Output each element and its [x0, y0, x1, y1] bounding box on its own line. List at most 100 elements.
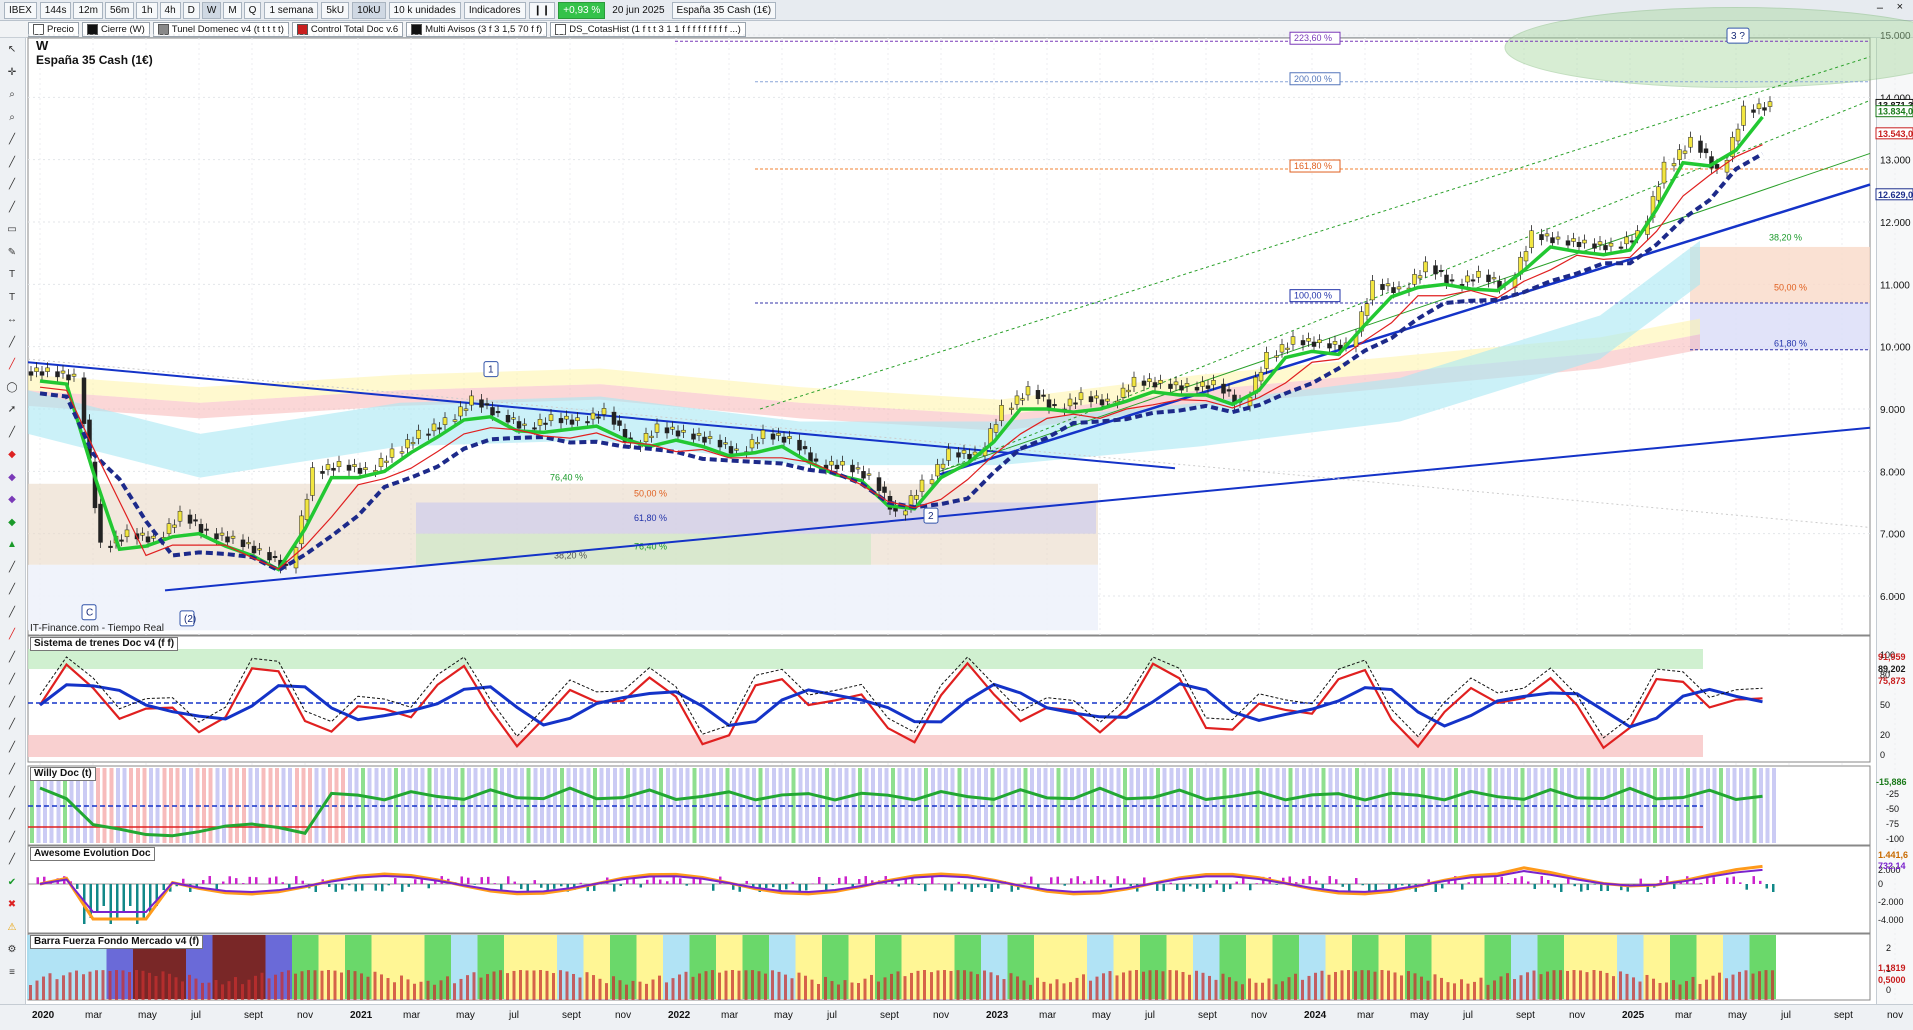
- green-shape-tool-icon[interactable]: ◆: [4, 515, 20, 531]
- settings-tool-icon[interactable]: ⚙: [4, 942, 20, 958]
- timeframe-button-12m[interactable]: 12m: [73, 2, 102, 19]
- timeframe-button-d[interactable]: D: [183, 2, 200, 19]
- channel-tool-icon[interactable]: ╱: [4, 200, 20, 216]
- crosshair-tool-icon[interactable]: ✛: [4, 65, 20, 81]
- pattern-tool-icon[interactable]: ╱: [4, 425, 20, 441]
- candle: [1418, 276, 1422, 278]
- indicator-chip[interactable]: DS_CotasHist (1 f t t 3 1 1 f f f f f f …: [550, 22, 746, 37]
- measure-tool-icon[interactable]: ↔: [4, 312, 20, 328]
- period-selector[interactable]: 1 semana: [264, 2, 318, 19]
- instrument-label: España 35 Cash (1€): [672, 2, 777, 19]
- candle: [46, 368, 50, 372]
- barra-strength-bar: [1387, 971, 1390, 1000]
- pitchfork-tool-icon[interactable]: ╱: [4, 605, 20, 621]
- rect-tool-icon[interactable]: ▭: [4, 222, 20, 238]
- awesome-histogram-bar: [1607, 884, 1610, 891]
- wave-tool-icon[interactable]: ╱: [4, 785, 20, 801]
- awesome-histogram-bar: [1123, 879, 1126, 884]
- fibo-tool-icon[interactable]: ╱: [4, 177, 20, 193]
- shape-a-tool-icon[interactable]: ╱: [4, 740, 20, 756]
- timeframe-button-4h[interactable]: 4h: [160, 2, 181, 19]
- awesome-histogram-bar: [1534, 884, 1537, 889]
- violet-shape-tool-icon[interactable]: ◆: [4, 492, 20, 508]
- color-palette-tool-icon[interactable]: ╱: [4, 132, 20, 148]
- units-selector[interactable]: 10 k unidades: [389, 2, 461, 19]
- retracement-zone-blue: [416, 503, 1096, 534]
- trend-tool-icon[interactable]: ╱: [4, 155, 20, 171]
- purple-shape-tool-icon[interactable]: ◆: [4, 470, 20, 486]
- channel-lower-line: [940, 153, 1870, 471]
- symbol-selector[interactable]: IBEX: [4, 2, 37, 19]
- checkmark-tool-icon[interactable]: ✔: [4, 875, 20, 891]
- panel-title-trenes[interactable]: Sistema de trenes Doc v4 (f f): [30, 637, 178, 651]
- ellipse-tool-icon[interactable]: ◯: [4, 380, 20, 396]
- willy-histogram-bar: [984, 768, 988, 843]
- panel-title-awesome[interactable]: Awesome Evolution Doc: [30, 847, 155, 861]
- ray-tool-icon[interactable]: ╱: [4, 650, 20, 666]
- cross-x-tool-icon[interactable]: ╱: [4, 852, 20, 868]
- awesome-histogram-bar: [1269, 877, 1272, 884]
- line-red-tool-icon[interactable]: ╱: [4, 357, 20, 373]
- hline-tool-icon[interactable]: ╱: [4, 672, 20, 688]
- cancel-tool-icon[interactable]: ✖: [4, 897, 20, 913]
- candle: [1222, 384, 1226, 393]
- arrow-x-tool-icon[interactable]: ╱: [4, 830, 20, 846]
- red-shape-tool-icon[interactable]: ◆: [4, 447, 20, 463]
- barra-strength-bar: [605, 983, 608, 1000]
- vline-tool-icon[interactable]: ╱: [4, 695, 20, 711]
- red-line-tool-icon[interactable]: ╱: [4, 627, 20, 643]
- units-10k-button[interactable]: 10kU: [352, 2, 385, 19]
- panel-title-barra[interactable]: Barra Fuerza Fondo Mercado v4 (f): [30, 935, 203, 949]
- zoom-tool-icon[interactable]: ⌕: [4, 87, 20, 103]
- elliott-tool-icon[interactable]: ╱: [4, 807, 20, 823]
- barra-strength-bar: [1606, 973, 1609, 1000]
- indicator-chip[interactable]: Cierre (W): [82, 22, 150, 37]
- awesome-histogram-bar: [905, 876, 908, 884]
- ruler-tool-icon[interactable]: ╱: [4, 335, 20, 351]
- candle: [565, 416, 569, 419]
- warning-tool-icon[interactable]: ⚠: [4, 920, 20, 936]
- trendline-tool-icon[interactable]: ╱: [4, 560, 20, 576]
- layers-tool-icon[interactable]: ≡: [4, 965, 20, 981]
- candle: [1280, 344, 1284, 352]
- barra-strength-bar: [1705, 980, 1708, 1000]
- awesome-histogram-bar: [1050, 877, 1053, 884]
- indicator-chip[interactable]: Control Total Doc v.6: [292, 22, 403, 37]
- gann-tool-icon[interactable]: ╱: [4, 717, 20, 733]
- pause-button[interactable]: ❙❙: [529, 2, 556, 19]
- timeframe-button-m[interactable]: M: [223, 2, 241, 19]
- timeframe-button-w[interactable]: W: [202, 2, 221, 19]
- awesome-histogram-bar: [1435, 884, 1438, 892]
- cycle-tool-icon[interactable]: ╱: [4, 582, 20, 598]
- indicator-chip[interactable]: Multi Avisos (3 f 3 1,5 70 f f): [406, 22, 547, 37]
- awesome-histogram-bar: [1666, 876, 1669, 884]
- willy-panel-frame: [28, 766, 1870, 845]
- text-tool-icon[interactable]: T: [4, 267, 20, 283]
- minimize-icon[interactable]: –: [1877, 2, 1883, 14]
- timeframe-button-q[interactable]: Q: [244, 2, 262, 19]
- chart-canvas[interactable]: 15.00014.00013.00012.00011.00010.0009.00…: [0, 0, 1913, 1029]
- awesome-histogram-bar: [739, 884, 742, 892]
- indicator-chip[interactable]: Tunel Domenec v4 (t t t t t): [153, 22, 289, 37]
- panel-title-willy[interactable]: Willy Doc (t): [30, 767, 96, 781]
- barra-strength-bar: [778, 972, 781, 1000]
- zoom-out-tool-icon[interactable]: ⌕: [4, 110, 20, 126]
- shape-b-tool-icon[interactable]: ╱: [4, 762, 20, 778]
- units-5k-button[interactable]: 5kU: [321, 2, 349, 19]
- timeframe-button-1h[interactable]: 1h: [136, 2, 157, 19]
- barra-strength-bar: [731, 970, 734, 1000]
- arrow-tool-icon[interactable]: ➚: [4, 402, 20, 418]
- indicators-button[interactable]: Indicadores: [464, 2, 526, 19]
- pencil-tool-icon[interactable]: ✎: [4, 245, 20, 261]
- green-tri-tool-icon[interactable]: ▲: [4, 537, 20, 553]
- candle: [1556, 237, 1560, 239]
- candle: [989, 429, 993, 444]
- close-icon[interactable]: ×: [1897, 1, 1903, 13]
- cursor-tool-icon[interactable]: ↖: [4, 42, 20, 58]
- timeframe-button-56m[interactable]: 56m: [105, 2, 134, 19]
- timeframe-button-144s[interactable]: 144s: [40, 2, 72, 19]
- text-b-tool-icon[interactable]: T: [4, 290, 20, 306]
- awesome-histogram-bar: [176, 884, 179, 886]
- candle: [644, 433, 648, 441]
- indicator-chip[interactable]: Precio: [28, 22, 79, 37]
